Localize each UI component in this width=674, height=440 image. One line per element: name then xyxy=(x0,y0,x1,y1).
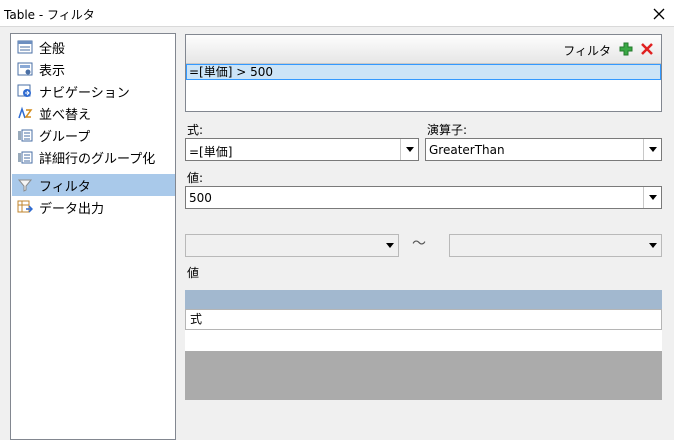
value-dropdown-button[interactable] xyxy=(643,187,661,208)
chevron-down-icon xyxy=(405,147,414,152)
sidebar-item-display[interactable]: 表示 xyxy=(12,58,175,80)
sidebar-item-label: グループ xyxy=(39,129,91,145)
sidebar-item-label: ナビゲーション xyxy=(39,85,130,101)
chevron-down-icon xyxy=(648,147,657,152)
filter-list: フィルタ =[単価] > 500 xyxy=(185,34,662,112)
expression-label: 式: xyxy=(187,123,204,137)
operator-combobox[interactable]: GreaterThan xyxy=(425,138,662,161)
sidebar-item-label: 並べ替え xyxy=(39,107,92,123)
value-combobox[interactable]: 500 xyxy=(185,186,662,209)
sidebar-item-general[interactable]: 全般 xyxy=(12,36,175,58)
general-icon xyxy=(16,39,34,55)
group-icon xyxy=(16,127,34,143)
values-grid-header xyxy=(185,290,662,309)
values-grid-new-row[interactable] xyxy=(185,330,662,351)
sidebar-item-data-output[interactable]: データ出力 xyxy=(12,196,175,218)
range-from-dropdown-button[interactable] xyxy=(381,235,398,256)
navigation-icon xyxy=(16,83,34,99)
value-value: 500 xyxy=(189,191,212,205)
display-icon xyxy=(16,61,34,77)
close-icon xyxy=(653,8,665,19)
delete-icon xyxy=(641,43,653,55)
expression-combobox[interactable]: =[単価] xyxy=(185,138,419,161)
detail-group-icon xyxy=(16,149,34,165)
sidebar-item-sort[interactable]: 並べ替え xyxy=(12,102,175,124)
sidebar-item-filter[interactable]: フィルタ xyxy=(12,174,175,196)
sidebar-item-label: データ出力 xyxy=(39,201,105,217)
filter-list-header: フィルタ xyxy=(186,35,661,64)
category-list: 全般 表示 ナビゲーション 並べ替え グループ 詳細行のグループ化 フィルタ デ… xyxy=(10,33,176,440)
range-to-combobox[interactable] xyxy=(449,234,662,257)
window-title: Table - フィルタ xyxy=(4,8,95,22)
filter-list-item[interactable]: =[単価] > 500 xyxy=(186,64,661,80)
filter-header-label: フィルタ xyxy=(563,44,611,58)
close-button[interactable] xyxy=(644,0,674,27)
value-label: 値: xyxy=(187,171,204,185)
expression-dropdown-button[interactable] xyxy=(400,139,418,160)
values-grid-column-header: 式 xyxy=(185,309,662,330)
values-grid-empty-area xyxy=(185,351,662,400)
operator-value: GreaterThan xyxy=(429,143,505,157)
range-from-combobox[interactable] xyxy=(185,234,399,257)
filter-icon xyxy=(16,177,34,193)
sidebar-item-label: フィルタ xyxy=(39,179,91,195)
chevron-down-icon xyxy=(648,243,657,248)
sidebar-item-navigation[interactable]: ナビゲーション xyxy=(12,80,175,102)
values-label: 値 xyxy=(187,266,200,280)
expression-value: =[単価] xyxy=(189,145,233,159)
sidebar-item-label: 表示 xyxy=(39,63,66,79)
sort-icon xyxy=(16,105,34,121)
chevron-down-icon xyxy=(385,243,394,248)
title-bar: Table - フィルタ xyxy=(0,0,674,27)
plus-icon xyxy=(619,42,633,56)
operator-label: 演算子: xyxy=(427,123,468,137)
range-tilde: ～ xyxy=(412,236,426,252)
add-filter-button[interactable] xyxy=(618,41,634,57)
data-output-icon xyxy=(16,199,34,215)
range-to-dropdown-button[interactable] xyxy=(644,235,661,256)
chevron-down-icon xyxy=(648,195,657,200)
delete-filter-button[interactable] xyxy=(639,41,655,57)
sidebar-item-group[interactable]: グループ xyxy=(12,124,175,146)
sidebar-item-detail-grouping[interactable]: 詳細行のグループ化 xyxy=(12,146,175,168)
sidebar-item-label: 詳細行のグループ化 xyxy=(39,151,156,167)
operator-dropdown-button[interactable] xyxy=(643,139,661,160)
sidebar-item-label: 全般 xyxy=(39,41,66,57)
